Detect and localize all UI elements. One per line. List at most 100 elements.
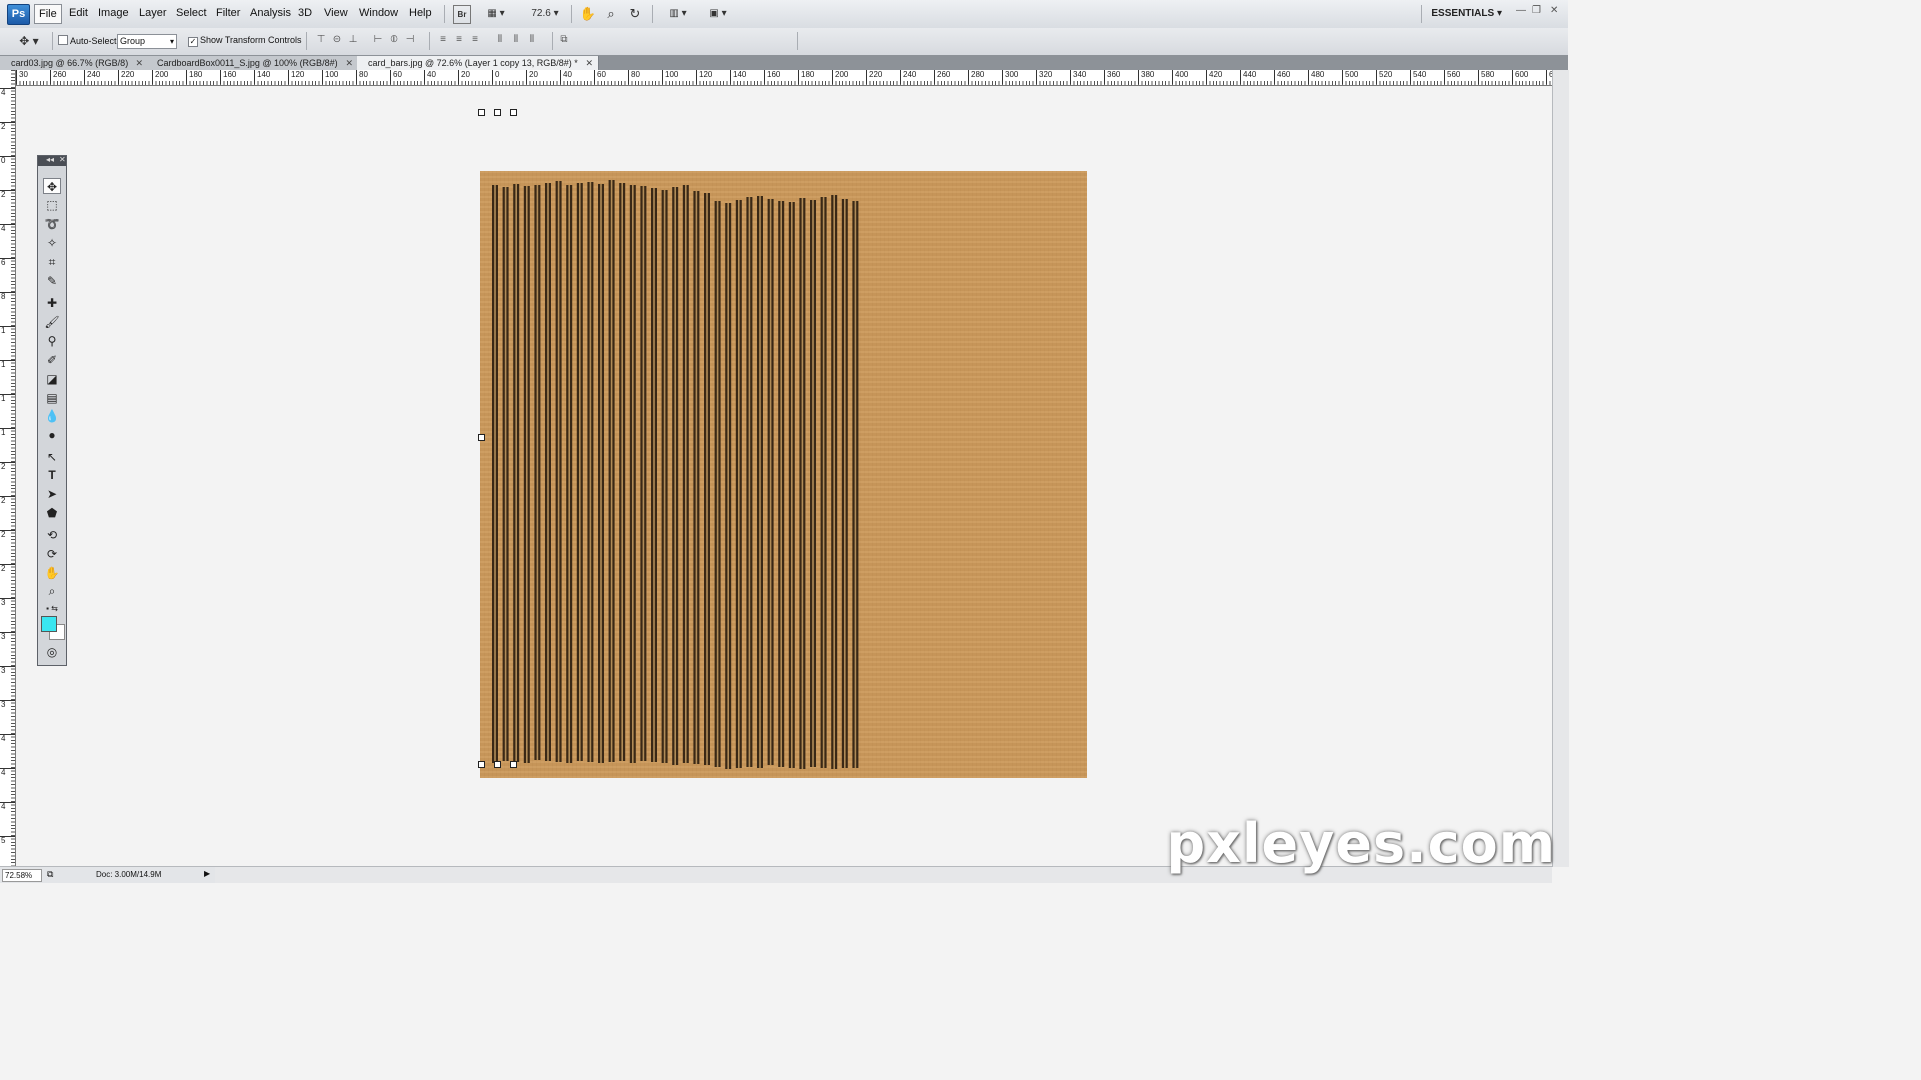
auto-select-dropdown[interactable]: Group ▾	[117, 34, 177, 49]
zoom-percentage-field[interactable]: 72.58%	[2, 869, 42, 882]
align-top-edges-icon[interactable]: ⊤	[315, 34, 327, 46]
align-horizontal-centers-icon[interactable]: ⦶	[388, 34, 400, 46]
pen-tool-icon[interactable]: ➤	[43, 486, 61, 502]
rotate-view-icon[interactable]: ↻	[627, 5, 643, 22]
vertical-scrollbar[interactable]	[1552, 70, 1569, 867]
vertical-ruler[interactable]: 4 2 0 2 4 6 8 1 1 1 1 2 2 2 2 3 3 3 3 4 4 4 5	[0, 70, 16, 867]
ruler-tick-label: 180	[798, 70, 814, 84]
corrugation-highlight	[610, 180, 613, 762]
transform-handle[interactable]	[510, 109, 517, 116]
lasso-tool-icon[interactable]: ➰	[43, 216, 61, 232]
marquee-tool-icon[interactable]: ⬚	[43, 197, 61, 213]
transform-handle[interactable]	[478, 434, 485, 441]
distribute-bottom-icon[interactable]: ≡	[469, 34, 481, 46]
corrugation-highlight	[600, 184, 602, 763]
close-tab-icon[interactable]: ✕	[585, 56, 593, 70]
distribute-left-icon[interactable]: ⦀	[494, 34, 506, 46]
menu-window[interactable]: Window	[359, 7, 398, 19]
menu-file[interactable]: File	[34, 4, 62, 24]
document-canvas[interactable]	[480, 171, 1087, 778]
type-tool-icon[interactable]: T	[43, 467, 61, 483]
eyedropper-icon[interactable]: ✎	[43, 273, 61, 289]
hand-tool-icon[interactable]: ✋	[43, 565, 61, 581]
align-vertical-centers-icon[interactable]: ⊝	[331, 34, 343, 46]
close-tab-icon[interactable]: ✕	[135, 56, 143, 70]
corrugation-highlight	[759, 196, 761, 768]
corrugation-highlight	[589, 182, 592, 762]
quick-mask-icon[interactable]: ◎	[43, 644, 61, 660]
zoom-level-dropdown[interactable]: 72.6 ▾	[527, 5, 563, 22]
move-tool-preset-icon[interactable]: ✥ ▾	[12, 32, 46, 49]
magic-wand-icon[interactable]: ✧	[43, 235, 61, 251]
distribute-vcenter-icon[interactable]: ≡	[453, 34, 465, 46]
distribute-right-icon[interactable]: ⦀	[526, 34, 538, 46]
hand-icon[interactable]: ✋	[580, 5, 596, 22]
path-selection-icon[interactable]: ↖	[43, 449, 61, 465]
eraser-icon[interactable]: ◪	[43, 371, 61, 387]
menu-layer[interactable]: Layer	[139, 7, 167, 19]
healing-brush-icon[interactable]: ✚	[43, 295, 61, 311]
ruler-tick-label: 20	[458, 70, 470, 84]
align-left-edges-icon[interactable]: ⊢	[372, 34, 384, 46]
zoom-tool-icon[interactable]: ⌕	[43, 583, 61, 599]
ruler-tick-label: 4	[0, 802, 15, 811]
workspace-switcher[interactable]: ESSENTIALS ▾	[1431, 8, 1502, 19]
tab-card-bars[interactable]: card_bars.jpg @ 72.6% (Layer 1 copy 13, …	[357, 56, 599, 70]
minimize-icon[interactable]: —	[1516, 5, 1526, 16]
transform-handle[interactable]	[478, 109, 485, 116]
crop-tool-icon[interactable]: ⌗	[43, 254, 61, 270]
transform-handle[interactable]	[494, 109, 501, 116]
ruler-tick-label: 8	[0, 292, 15, 301]
corrugation-highlight	[557, 181, 560, 762]
tab-card03[interactable]: card03.jpg @ 66.7% (RGB/8) ✕	[0, 56, 149, 70]
blur-icon[interactable]: 💧	[43, 408, 61, 424]
move-tool-icon[interactable]: ✥	[43, 178, 61, 194]
tab-cardboardbox[interactable]: CardboardBox0011_S.jpg @ 100% (RGB/8#) ✕	[146, 56, 359, 70]
menu-3d[interactable]: 3D	[298, 7, 312, 19]
ruler-tick-label: 20	[526, 70, 538, 84]
gradient-icon[interactable]: ▤	[43, 390, 61, 406]
menu-edit[interactable]: Edit	[69, 7, 88, 19]
zoom-icon[interactable]: ⌕	[603, 5, 619, 22]
clone-stamp-icon[interactable]: ⚲	[43, 333, 61, 349]
default-colors-icon[interactable]: ▪ ⇆	[40, 601, 64, 617]
auto-align-layers-icon[interactable]: ⧉	[558, 34, 570, 46]
horizontal-ruler[interactable]: 30 260 240 220 200 180 160 140 120 100 80 60 40 20 0 20…	[16, 70, 1562, 86]
menu-image[interactable]: Image	[98, 7, 129, 19]
brush-icon[interactable]: 🖌	[43, 314, 61, 330]
bridge-icon[interactable]: Br	[453, 5, 471, 24]
distribute-hcenter-icon[interactable]: ⦀	[510, 34, 522, 46]
show-transform-controls-checkbox[interactable]: ✓ Show Transform Controls	[188, 35, 302, 47]
auto-select-label: Auto-Select:	[70, 36, 120, 46]
arrange-documents-icon[interactable]: ▥ ▾	[663, 5, 693, 22]
history-brush-icon[interactable]: ✐	[43, 352, 61, 368]
collapse-panel-icon[interactable]: ◂◂	[46, 155, 54, 164]
menu-filter[interactable]: Filter	[216, 7, 240, 19]
menu-view[interactable]: View	[324, 7, 348, 19]
3d-rotate-icon[interactable]: ⟲	[43, 527, 61, 543]
restore-icon[interactable]: ❐	[1532, 5, 1541, 16]
menu-select[interactable]: Select	[176, 7, 207, 19]
screen-mode-icon[interactable]: ▣ ▾	[703, 5, 733, 22]
status-options-icon[interactable]: ⧉	[47, 869, 53, 880]
close-panel-icon[interactable]: ✕	[59, 155, 66, 164]
align-right-edges-icon[interactable]: ⊣	[404, 34, 416, 46]
close-tab-icon[interactable]: ✕	[345, 56, 353, 70]
ruler-tick-label: 400	[1172, 70, 1188, 84]
foreground-color-swatch[interactable]	[41, 616, 57, 632]
status-menu-arrow-icon[interactable]: ▶	[204, 869, 210, 878]
close-icon[interactable]: ✕	[1550, 5, 1558, 16]
menu-help[interactable]: Help	[409, 7, 432, 19]
dodge-icon[interactable]: ●	[43, 427, 61, 443]
transform-handle[interactable]	[510, 761, 517, 768]
menu-analysis[interactable]: Analysis	[250, 7, 291, 19]
auto-select-checkbox[interactable]: Auto-Select:	[58, 35, 119, 46]
transform-handle[interactable]	[494, 761, 501, 768]
tools-panel-header[interactable]: ◂◂ ✕	[38, 155, 66, 166]
distribute-top-icon[interactable]: ≡	[437, 34, 449, 46]
shape-tool-icon[interactable]: ⬟	[43, 505, 61, 521]
3d-orbit-icon[interactable]: ⟳	[43, 546, 61, 562]
align-bottom-edges-icon[interactable]: ⊥	[347, 34, 359, 46]
screen-mode-icon[interactable]: ▦ ▾	[481, 5, 511, 22]
transform-handle[interactable]	[478, 761, 485, 768]
